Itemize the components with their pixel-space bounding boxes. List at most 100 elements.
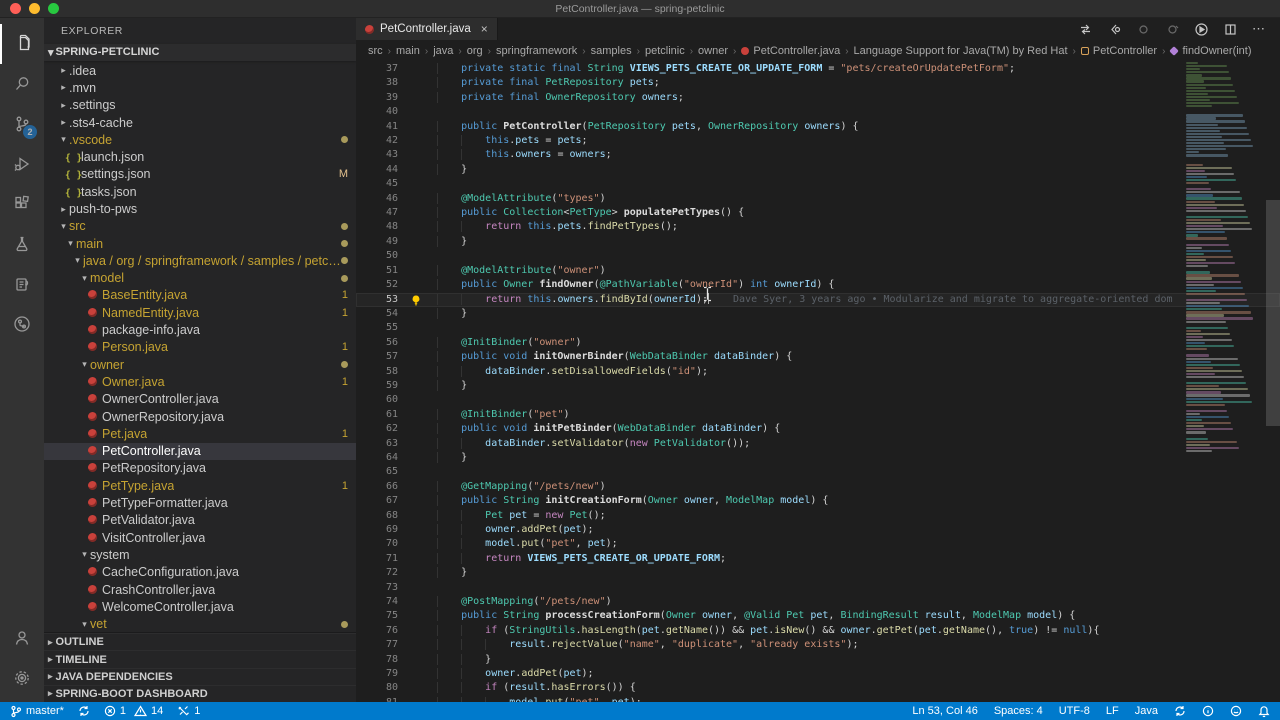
panel-java-dependencies[interactable]: ▸JAVA DEPENDENCIES bbox=[44, 668, 356, 685]
line-number[interactable]: 78 bbox=[356, 653, 398, 667]
close-tab-icon[interactable]: × bbox=[481, 22, 488, 36]
line-number[interactable]: 65 bbox=[356, 465, 398, 479]
go-back-icon[interactable] bbox=[1107, 22, 1122, 37]
line-number[interactable]: 45 bbox=[356, 177, 398, 191]
line-number[interactable]: 54 bbox=[356, 307, 398, 321]
feedback-smiley-icon[interactable] bbox=[1230, 705, 1242, 717]
run-debug-icon[interactable] bbox=[0, 144, 44, 184]
line-number[interactable]: 39 bbox=[356, 91, 398, 105]
breadcrumb-item[interactable]: samples bbox=[591, 45, 632, 57]
line-number[interactable]: 52 bbox=[356, 278, 398, 292]
code-line-45[interactable]: 45 bbox=[356, 177, 1280, 191]
code-line-65[interactable]: 65 bbox=[356, 465, 1280, 479]
line-number[interactable]: 60 bbox=[356, 393, 398, 407]
more-actions-icon[interactable]: ⋯ bbox=[1252, 21, 1266, 37]
tasks-item[interactable]: 1 bbox=[177, 705, 200, 717]
code-line-76[interactable]: 76 if (StringUtils.hasLength(pet.getName… bbox=[356, 624, 1280, 638]
tree-item-tasks.json[interactable]: { }tasks.json bbox=[44, 183, 356, 200]
code-line-57[interactable]: 57 public void initOwnerBinder(WebDataBi… bbox=[356, 350, 1280, 364]
code-line-75[interactable]: 75 public String processCreationForm(Own… bbox=[356, 609, 1280, 623]
line-number[interactable]: 77 bbox=[356, 638, 398, 652]
tree-item-main[interactable]: ▾main bbox=[44, 235, 356, 252]
line-number[interactable]: 50 bbox=[356, 249, 398, 263]
breadcrumb-item[interactable]: PetController.java bbox=[741, 45, 840, 57]
code-line-69[interactable]: 69 owner.addPet(pet); bbox=[356, 523, 1280, 537]
tree-item-src[interactable]: ▾src bbox=[44, 218, 356, 235]
search-icon[interactable] bbox=[0, 64, 44, 104]
tree-item-OwnerController.java[interactable]: OwnerController.java bbox=[44, 391, 356, 408]
line-number[interactable]: 58 bbox=[356, 365, 398, 379]
notifications-bell-icon[interactable] bbox=[1258, 705, 1270, 718]
code-line-61[interactable]: 61 @InitBinder("pet") bbox=[356, 408, 1280, 422]
code-line-72[interactable]: 72 } bbox=[356, 566, 1280, 580]
tree-item-VisitController.java[interactable]: VisitController.java bbox=[44, 529, 356, 546]
code-line-41[interactable]: 41 public PetController(PetRepository pe… bbox=[356, 120, 1280, 134]
code-line-81[interactable]: 81 model.put("pet", pet); bbox=[356, 696, 1280, 702]
line-number[interactable]: 73 bbox=[356, 581, 398, 595]
tree-item-.idea[interactable]: ▸.idea bbox=[44, 62, 356, 79]
line-number[interactable]: 63 bbox=[356, 437, 398, 451]
tree-item-Person.java[interactable]: Person.java1 bbox=[44, 339, 356, 356]
code-line-78[interactable]: 78 } bbox=[356, 653, 1280, 667]
line-number[interactable]: 75 bbox=[356, 609, 398, 623]
code-line-60[interactable]: 60 bbox=[356, 393, 1280, 407]
code-line-52[interactable]: 52 public Owner findOwner(@PathVariable(… bbox=[356, 278, 1280, 292]
line-number[interactable]: 49 bbox=[356, 235, 398, 249]
line-number[interactable]: 81 bbox=[356, 696, 398, 702]
line-number[interactable]: 42 bbox=[356, 134, 398, 148]
line-number[interactable]: 71 bbox=[356, 552, 398, 566]
tree-item-PetTypeFormatter.java[interactable]: PetTypeFormatter.java bbox=[44, 494, 356, 511]
line-number[interactable]: 67 bbox=[356, 494, 398, 508]
tree-item-.settings[interactable]: ▸.settings bbox=[44, 97, 356, 114]
eol-item[interactable]: LF bbox=[1106, 705, 1119, 717]
code-line-40[interactable]: 40 bbox=[356, 105, 1280, 119]
info-icon[interactable] bbox=[1202, 705, 1214, 717]
panel-timeline[interactable]: ▸TIMELINE bbox=[44, 650, 356, 667]
explorer-icon[interactable] bbox=[0, 24, 44, 64]
line-number[interactable]: 66 bbox=[356, 480, 398, 494]
line-number[interactable]: 55 bbox=[356, 321, 398, 335]
code-line-51[interactable]: 51 @ModelAttribute("owner") bbox=[356, 264, 1280, 278]
line-number[interactable]: 56 bbox=[356, 336, 398, 350]
git-graph-icon[interactable] bbox=[0, 304, 44, 344]
code-line-71[interactable]: 71 return VIEWS_PETS_CREATE_OR_UPDATE_FO… bbox=[356, 552, 1280, 566]
line-number[interactable]: 48 bbox=[356, 220, 398, 234]
code-line-44[interactable]: 44 } bbox=[356, 163, 1280, 177]
breadcrumb-item[interactable]: petclinic bbox=[645, 45, 685, 57]
line-number[interactable]: 76 bbox=[356, 624, 398, 638]
zoom-window-button[interactable] bbox=[48, 3, 59, 14]
code-line-56[interactable]: 56 @InitBinder("owner") bbox=[356, 336, 1280, 350]
project-section-header[interactable]: ▾ SPRING-PETCLINIC bbox=[44, 44, 356, 61]
minimap[interactable] bbox=[1186, 62, 1266, 702]
code-line-62[interactable]: 62 public void initPetBinder(WebDataBind… bbox=[356, 422, 1280, 436]
line-number[interactable]: 46 bbox=[356, 192, 398, 206]
code-line-42[interactable]: 42 this.pets = pets; bbox=[356, 134, 1280, 148]
line-number[interactable]: 38 bbox=[356, 76, 398, 90]
line-number[interactable]: 44 bbox=[356, 163, 398, 177]
tree-item-CacheConfiguration.java[interactable]: CacheConfiguration.java bbox=[44, 564, 356, 581]
go-forward-icon[interactable] bbox=[1136, 22, 1151, 37]
tree-item-PetRepository.java[interactable]: PetRepository.java bbox=[44, 460, 356, 477]
code-line-38[interactable]: 38 private final PetRepository pets; bbox=[356, 76, 1280, 90]
line-number[interactable]: 64 bbox=[356, 451, 398, 465]
line-number[interactable]: 57 bbox=[356, 350, 398, 364]
code-editor[interactable]: 37 private static final String VIEWS_PET… bbox=[356, 62, 1280, 702]
breadcrumb-item[interactable]: org bbox=[467, 45, 483, 57]
tab-petcontroller[interactable]: PetController.java × bbox=[356, 18, 498, 40]
line-number[interactable]: 80 bbox=[356, 681, 398, 695]
sync-changes-item[interactable] bbox=[78, 705, 90, 717]
code-line-70[interactable]: 70 model.put("pet", pet); bbox=[356, 537, 1280, 551]
code-line-55[interactable]: 55 bbox=[356, 321, 1280, 335]
open-changes-icon[interactable] bbox=[1078, 22, 1093, 37]
tree-item-Owner.java[interactable]: Owner.java1 bbox=[44, 373, 356, 390]
breadcrumb-item[interactable]: PetController bbox=[1081, 45, 1157, 57]
test-flask-icon[interactable] bbox=[0, 224, 44, 264]
cursor-position-item[interactable]: Ln 53, Col 46 bbox=[912, 705, 977, 717]
code-line-67[interactable]: 67 public String initCreationForm(Owner … bbox=[356, 494, 1280, 508]
line-number[interactable]: 69 bbox=[356, 523, 398, 537]
tree-item-PetType.java[interactable]: PetType.java1 bbox=[44, 477, 356, 494]
tree-item-.sts4-cache[interactable]: ▸.sts4-cache bbox=[44, 114, 356, 131]
line-number[interactable]: 72 bbox=[356, 566, 398, 580]
code-line-50[interactable]: 50 bbox=[356, 249, 1280, 263]
code-line-59[interactable]: 59 } bbox=[356, 379, 1280, 393]
